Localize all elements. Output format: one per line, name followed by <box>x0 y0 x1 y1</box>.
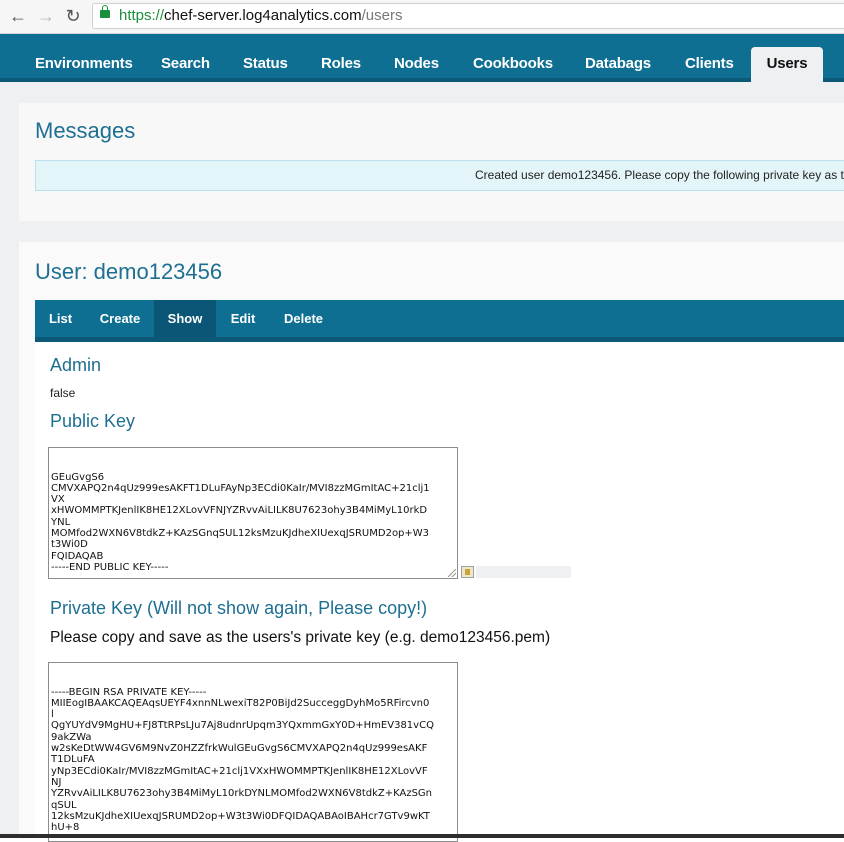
tab-create[interactable]: Create <box>86 300 154 337</box>
resize-handle-icon[interactable] <box>448 569 456 577</box>
nav-users[interactable]: Users <box>751 47 823 82</box>
lock-icon <box>100 5 110 18</box>
flash-message-text: Created user demo123456. Please copy the… <box>475 168 844 182</box>
private-key-textarea[interactable]: -----BEGIN RSA PRIVATE KEY----- MIIEogIB… <box>48 662 458 842</box>
copy-strip <box>476 566 571 578</box>
url-scheme: https:// <box>119 7 165 24</box>
admin-value: false <box>50 386 76 400</box>
private-key-text: -----BEGIN RSA PRIVATE KEY----- MIIEogIB… <box>51 686 434 834</box>
browser-toolbar: ← → ↻ https://chef-server.log4analytics.… <box>0 0 844 34</box>
forward-arrow-icon[interactable]: → <box>36 6 56 26</box>
copy-clipboard-icon[interactable] <box>461 566 474 578</box>
nav-status[interactable]: Status <box>243 34 288 78</box>
reload-icon[interactable]: ↻ <box>63 6 83 26</box>
public-key-heading: Public Key <box>50 411 136 431</box>
public-key-text: GEuGvgS6 CMVXAPQ2n4qUz999esAKFT1DLuFAyNp… <box>51 471 430 573</box>
messages-title: Messages <box>35 118 136 143</box>
flash-message: Created user demo123456. Please copy the… <box>35 160 844 191</box>
back-arrow-icon[interactable]: ← <box>8 6 28 26</box>
url-host: chef-server.log4analytics.com <box>164 7 362 24</box>
nav-search[interactable]: Search <box>161 34 210 78</box>
tab-list[interactable]: List <box>35 300 86 337</box>
public-key-textarea[interactable]: GEuGvgS6 CMVXAPQ2n4qUz999esAKFT1DLuFAyNp… <box>48 447 458 579</box>
admin-heading: Admin <box>50 355 102 375</box>
address-bar[interactable]: https://chef-server.log4analytics.com/us… <box>92 3 844 29</box>
tab-show[interactable]: Show <box>154 300 216 337</box>
nav-databags[interactable]: Databags <box>585 34 651 78</box>
private-key-note: Please copy and save as the users's priv… <box>50 629 551 646</box>
nav-roles[interactable]: Roles <box>321 34 361 78</box>
url-path: /users <box>361 7 403 24</box>
tab-delete[interactable]: Delete <box>270 300 337 337</box>
tab-edit[interactable]: Edit <box>216 300 270 337</box>
url-text: https://chef-server.log4analytics.com/us… <box>119 4 402 28</box>
private-key-heading: Private Key (Will not show again, Please… <box>50 598 428 618</box>
nav-environments[interactable]: Environments <box>35 34 133 78</box>
user-actions-nav: List Create Show Edit Delete <box>35 300 844 342</box>
nav-clients[interactable]: Clients <box>685 34 734 78</box>
user-title: User: demo123456 <box>35 259 223 284</box>
nav-cookbooks[interactable]: Cookbooks <box>473 34 553 78</box>
main-navigation: Environments Search Status Roles Nodes C… <box>0 34 844 82</box>
nav-nodes[interactable]: Nodes <box>394 34 439 78</box>
window-bottom-edge <box>0 834 844 838</box>
